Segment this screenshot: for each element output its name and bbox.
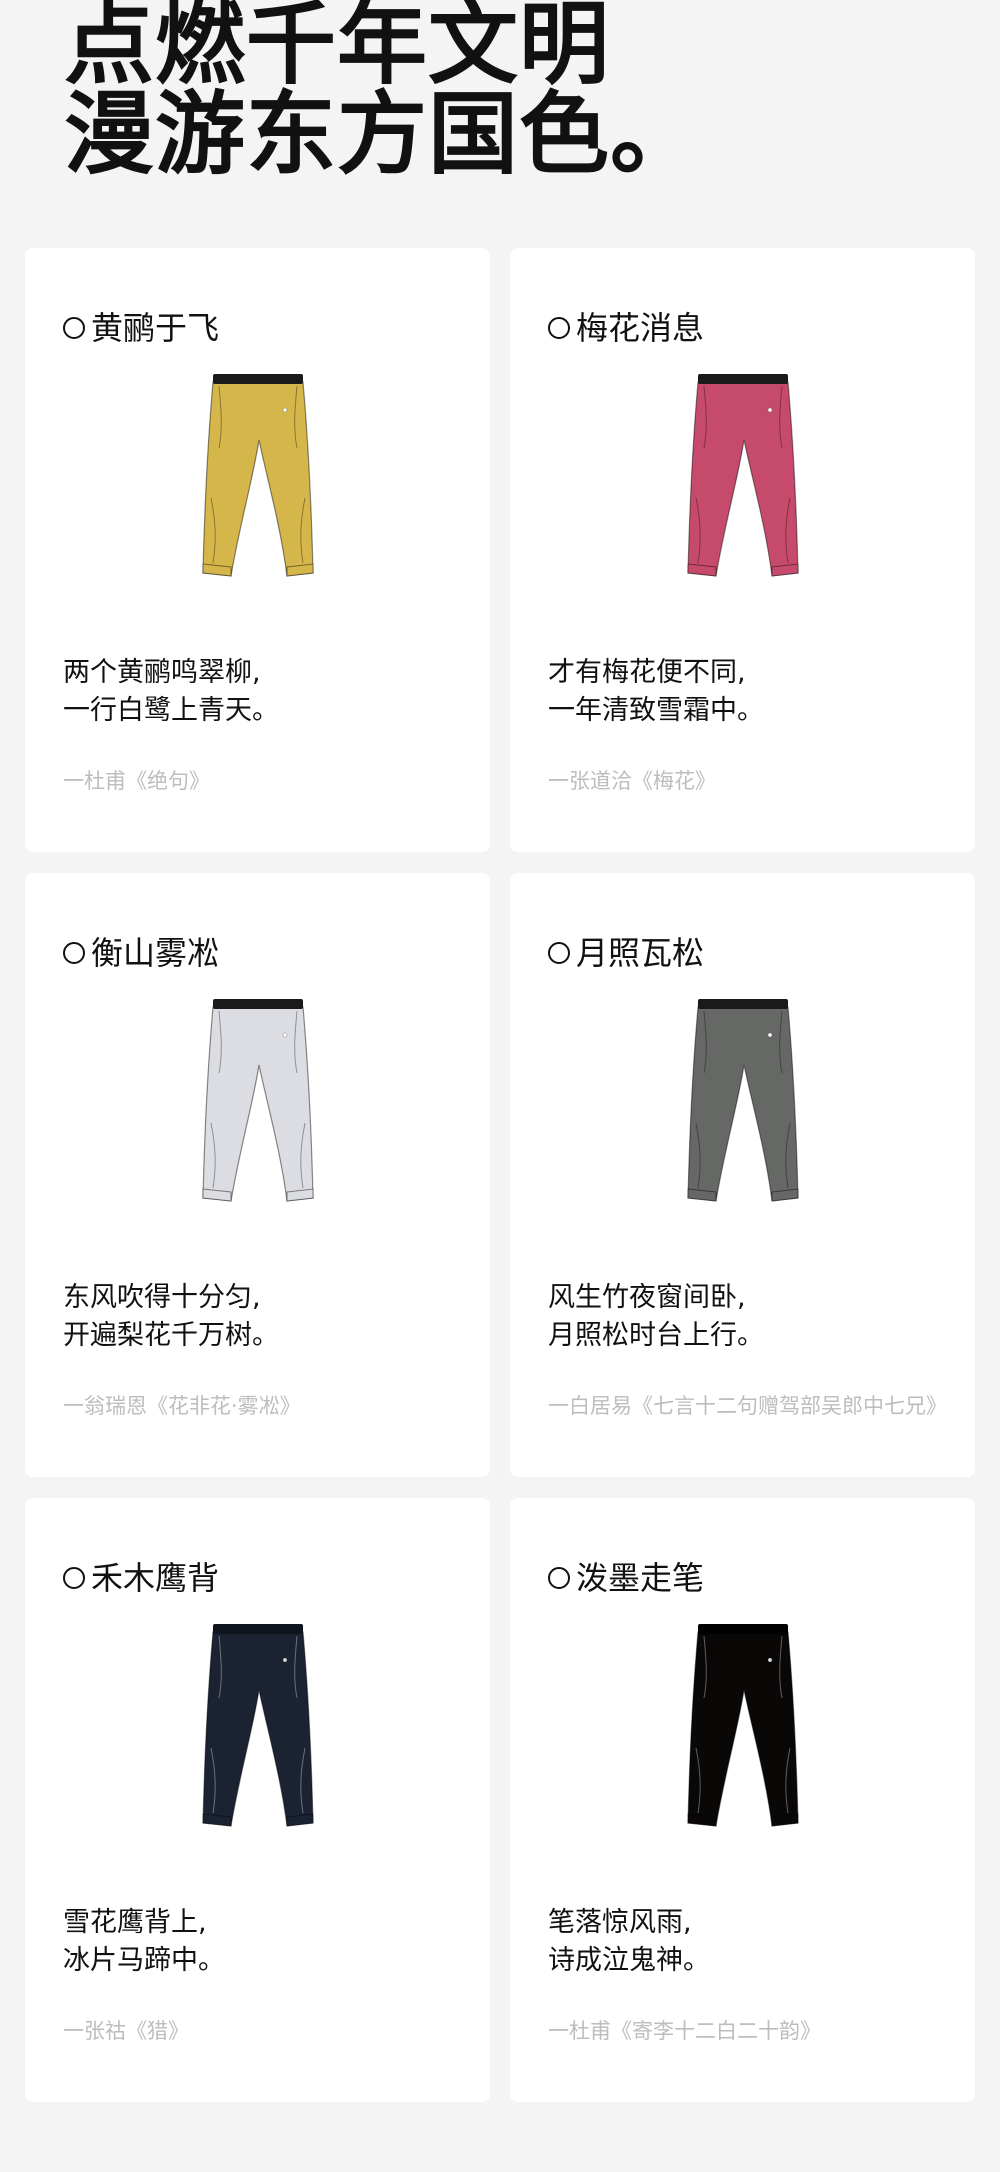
pants-illustration: [201, 1624, 314, 1827]
poem-line-1: 雪花鹰背上,: [63, 1907, 207, 1938]
poem: 东风吹得十分匀, 开遍梨花千万树。: [63, 1279, 279, 1355]
poem-line-2: 一行白鹭上青天。: [63, 695, 279, 726]
card-title: 月照瓦松: [548, 931, 704, 975]
poem-line-2: 月照松时台上行。: [548, 1320, 764, 1351]
pants-waistband: [212, 374, 303, 384]
pants-waistband: [212, 1624, 303, 1634]
card-title-text: 梅花消息: [576, 309, 705, 347]
poem-line-1: 风生竹夜窗间卧,: [548, 1282, 746, 1313]
color-card[interactable]: 泼墨走笔 笔落惊风雨, 诗成泣鬼神。 一杜甫《寄李十二白二十韵》: [510, 1498, 975, 2102]
color-card[interactable]: 禾木鹰背 雪花鹰背上, 冰片马蹄中。 一张祜《猎》: [25, 1498, 490, 2102]
poem-line-2: 开遍梨花千万树。: [63, 1320, 279, 1351]
circle-icon: [63, 1567, 85, 1589]
pants-illustration: [201, 999, 314, 1202]
pants-illustration: [686, 1624, 799, 1827]
circle-icon: [63, 942, 85, 964]
poem: 雪花鹰背上, 冰片马蹄中。: [63, 1904, 225, 1980]
headline-line-1: 点燃千年文明: [64, 0, 610, 97]
poem-source: 一张祜《猎》: [63, 2019, 189, 2043]
pants-waistband: [212, 999, 303, 1009]
poem-line-1: 才有梅花便不同,: [548, 657, 746, 688]
color-card[interactable]: 衡山雾凇 东风吹得十分匀, 开遍梨花千万树。 一翁瑞恩《花非花·雾凇》: [25, 873, 490, 1477]
poem: 才有梅花便不同, 一年清致雪霜中。: [548, 654, 764, 730]
pants-waistband: [697, 1624, 788, 1634]
pants-body: [201, 1006, 314, 1202]
pants-body: [686, 381, 799, 577]
pants-logo: [282, 407, 287, 413]
pants-logo: [767, 407, 772, 413]
card-title: 衡山雾凇: [63, 931, 219, 975]
color-card[interactable]: 黄鹂于飞 两个黄鹂鸣翠柳, 一行白鹭上青天。 一杜甫《绝句》: [25, 248, 490, 852]
card-title-text: 禾木鹰背: [91, 1559, 220, 1597]
page: 点燃千年文明 漫游东方国色。 黄鹂于飞 两个黄鹂鸣翠柳, 一行白鹭上青天。 一杜甫…: [0, 0, 1000, 2172]
poem-line-1: 东风吹得十分匀,: [63, 1282, 261, 1313]
card-title: 泼墨走笔: [548, 1556, 704, 1600]
circle-icon: [548, 1567, 570, 1589]
pants-illustration: [686, 374, 799, 577]
pants-body: [686, 1006, 799, 1202]
poem-source: 一翁瑞恩《花非花·雾凇》: [63, 1394, 301, 1418]
card-title-text: 黄鹂于飞: [91, 309, 220, 347]
pants-logo: [767, 1032, 772, 1038]
circle-icon: [548, 942, 570, 964]
page-headline: 点燃千年文明 漫游东方国色。: [64, 0, 701, 180]
poem-source: 一杜甫《绝句》: [63, 769, 210, 793]
color-card[interactable]: 梅花消息 才有梅花便不同, 一年清致雪霜中。 一张道洽《梅花》: [510, 248, 975, 852]
poem-source: 一白居易《七言十二句赠驾部吴郎中七兄》: [548, 1394, 947, 1418]
circle-icon: [548, 317, 570, 339]
pants-illustration: [686, 999, 799, 1202]
circle-icon: [63, 317, 85, 339]
pants-body: [686, 1631, 799, 1827]
poem-line-2: 冰片马蹄中。: [63, 1945, 225, 1976]
pants-logo: [282, 1657, 287, 1663]
card-title: 梅花消息: [548, 306, 704, 350]
poem: 风生竹夜窗间卧, 月照松时台上行。: [548, 1279, 764, 1355]
poem-source: 一张道洽《梅花》: [548, 769, 716, 793]
poem-line-2: 诗成泣鬼神。: [548, 1945, 710, 1976]
color-card-grid: 黄鹂于飞 两个黄鹂鸣翠柳, 一行白鹭上青天。 一杜甫《绝句》 梅花消息 才有梅花便…: [25, 248, 975, 2102]
pants-body: [201, 1631, 314, 1827]
poem-source: 一杜甫《寄李十二白二十韵》: [548, 2019, 821, 2043]
poem-line-2: 一年清致雪霜中。: [548, 695, 764, 726]
poem-line-1: 两个黄鹂鸣翠柳,: [63, 657, 261, 688]
headline-line-2: 漫游东方国色。: [64, 82, 701, 187]
poem: 笔落惊风雨, 诗成泣鬼神。: [548, 1904, 710, 1980]
card-title-text: 泼墨走笔: [576, 1559, 705, 1597]
pants-logo: [767, 1657, 772, 1663]
poem-line-1: 笔落惊风雨,: [548, 1907, 692, 1938]
pants-body: [201, 381, 314, 577]
pants-logo: [282, 1032, 287, 1038]
card-title: 黄鹂于飞: [63, 306, 219, 350]
card-title-text: 月照瓦松: [576, 934, 705, 972]
card-title: 禾木鹰背: [63, 1556, 219, 1600]
pants-waistband: [697, 999, 788, 1009]
pants-illustration: [201, 374, 314, 577]
poem: 两个黄鹂鸣翠柳, 一行白鹭上青天。: [63, 654, 279, 730]
color-card[interactable]: 月照瓦松 风生竹夜窗间卧, 月照松时台上行。 一白居易《七言十二句赠驾部吴郎中七兄…: [510, 873, 975, 1477]
pants-waistband: [697, 374, 788, 384]
card-title-text: 衡山雾凇: [91, 934, 220, 972]
